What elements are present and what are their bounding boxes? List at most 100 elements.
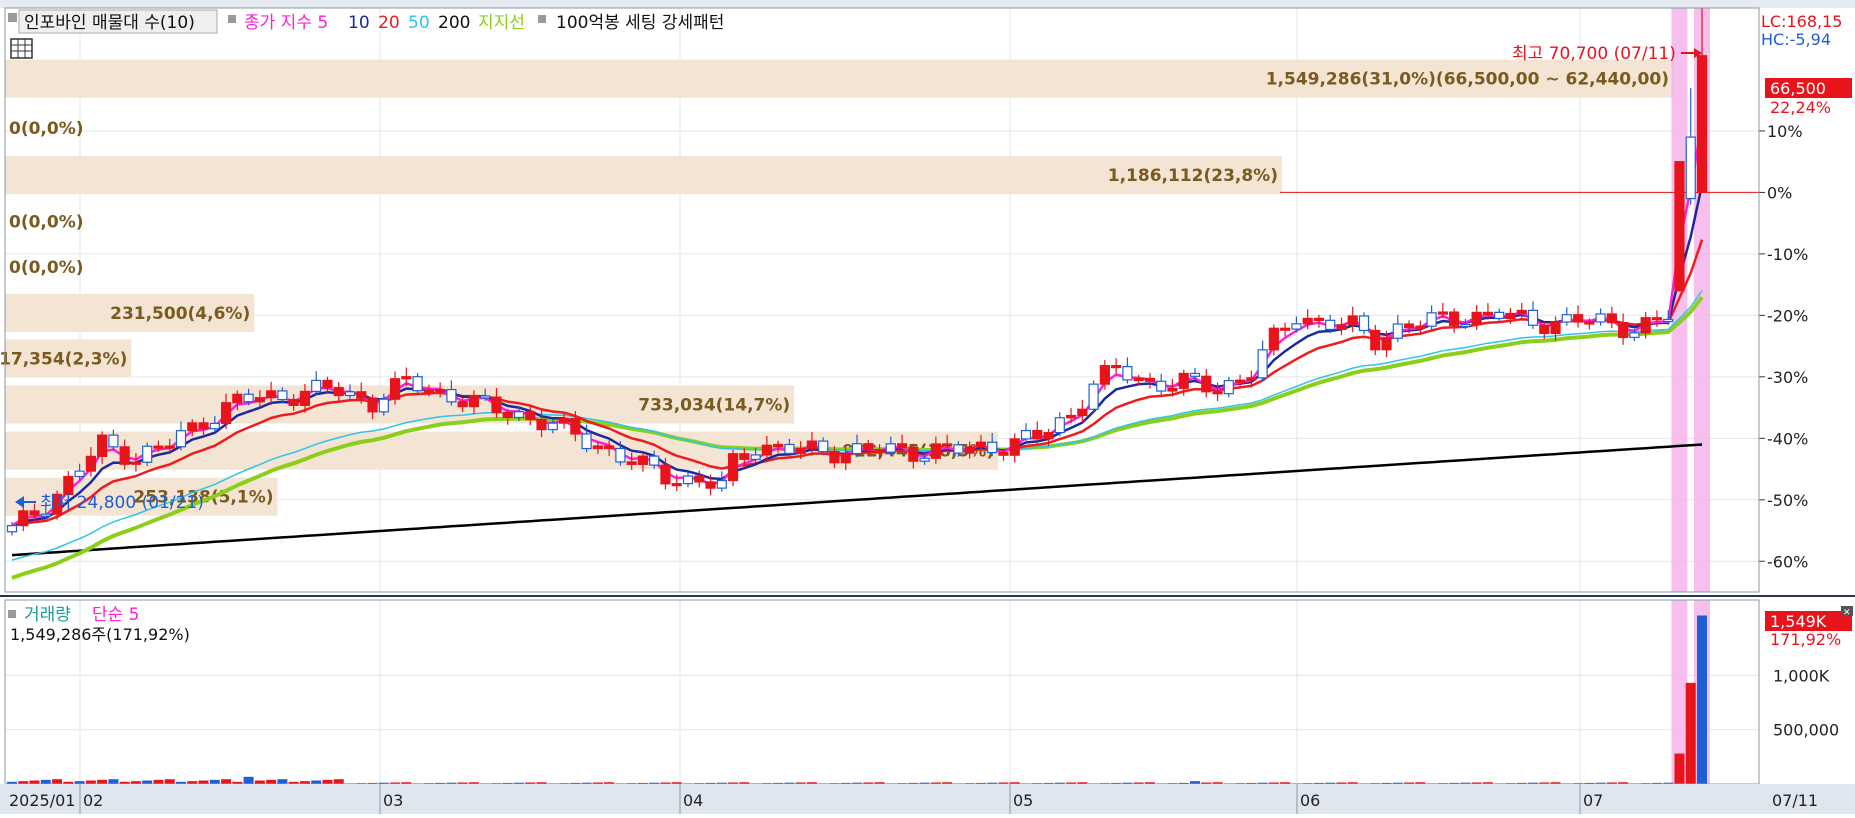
- date-label: 05: [1013, 791, 1033, 810]
- candle: [795, 447, 806, 454]
- pct-tick-label: -50%: [1767, 491, 1808, 510]
- candle: [423, 389, 434, 393]
- candle: [266, 390, 277, 399]
- date-axis-strip: [0, 784, 1855, 814]
- candle: [401, 376, 412, 380]
- candle: [1539, 324, 1550, 335]
- candle: [829, 451, 840, 464]
- candle: [209, 422, 220, 430]
- candle: [1280, 327, 1291, 331]
- candle: [547, 422, 558, 431]
- candle: [254, 397, 265, 403]
- price-legend: 인포바인 매물대 수(10) 종가 지수 5 10 20 50 200 지지선 …: [8, 9, 724, 34]
- candle: [457, 401, 468, 408]
- profile-band: [5, 156, 1282, 195]
- candle: [6, 525, 18, 533]
- support-label[interactable]: 지지선: [478, 13, 525, 33]
- stock-chart-window: 1,549,286(31,0%)(66,500,00 ~ 62,440,00) 0…: [0, 0, 1855, 814]
- volume-ma-label[interactable]: 단순 5: [92, 605, 140, 625]
- candle: [1178, 372, 1189, 389]
- candle: [1584, 321, 1595, 325]
- candle: [1099, 364, 1110, 385]
- candle: [344, 391, 356, 397]
- candle: [919, 457, 930, 462]
- candle: [187, 422, 198, 432]
- pattern-label[interactable]: 100억봉 세팅 강세패턴: [556, 13, 724, 33]
- candle: [1009, 438, 1020, 456]
- candle: [863, 443, 874, 451]
- table-icon[interactable]: [10, 38, 33, 59]
- candle: [739, 453, 750, 460]
- candle: [1674, 161, 1685, 292]
- candle: [1595, 313, 1606, 323]
- candle: [649, 455, 660, 466]
- candle: [85, 455, 96, 472]
- candle: [1020, 429, 1032, 440]
- volume-title[interactable]: 거래량: [24, 605, 71, 625]
- candle: [513, 411, 525, 419]
- candle: [604, 445, 615, 450]
- candle: [1054, 417, 1065, 434]
- candle: [288, 398, 299, 406]
- low-annotation: 최저 24,800 (01/21): [15, 493, 204, 513]
- candle: [322, 379, 333, 389]
- ma50-label[interactable]: 50: [408, 13, 430, 33]
- legend-square-icon: [538, 15, 546, 23]
- candle: [311, 379, 322, 393]
- candle: [953, 444, 964, 454]
- candle: [491, 396, 502, 414]
- candle: [130, 461, 142, 465]
- indicator-title[interactable]: 인포바인 매물대 수(10): [24, 13, 195, 33]
- candle: [592, 445, 603, 450]
- profile-label: 117,354(2,3%): [0, 349, 127, 369]
- vol-tick-label: 500,000: [1773, 721, 1839, 740]
- profile-label: 1,549,286(31,0%)(66,500,00 ~ 62,440,00): [1266, 70, 1669, 90]
- candle: [1358, 315, 1370, 332]
- pct-tick-label: -30%: [1767, 368, 1808, 387]
- candle: [908, 446, 919, 462]
- candle: [1437, 311, 1448, 315]
- ma10-label[interactable]: 10: [348, 13, 370, 33]
- candle: [389, 378, 401, 400]
- volume-bar: [153, 779, 164, 784]
- volume-bar: [1674, 753, 1685, 784]
- ma20-label[interactable]: 20: [378, 13, 400, 33]
- volume-bar: [1685, 682, 1696, 784]
- price-badge-text: 66,500: [1770, 79, 1826, 98]
- candle: [1167, 387, 1178, 392]
- candle: [1426, 312, 1437, 327]
- legend-square-icon: [228, 15, 236, 23]
- candle: [818, 440, 829, 453]
- candle: [1201, 375, 1212, 393]
- candle: [1527, 309, 1539, 326]
- candle: [694, 475, 705, 483]
- ma5-label[interactable]: 종가 지수 5: [244, 13, 328, 33]
- profile-label: 0(0,0%): [9, 119, 84, 139]
- candle: [175, 430, 187, 448]
- candle: [581, 433, 592, 450]
- candle: [119, 446, 130, 465]
- pct-tick-label: 0%: [1767, 183, 1792, 202]
- candle: [220, 402, 232, 425]
- volume-bar: [52, 779, 63, 784]
- candle: [784, 443, 795, 454]
- candle: [1212, 391, 1223, 395]
- candle: [1032, 429, 1043, 440]
- pct-tick-label: -60%: [1767, 552, 1808, 571]
- date-label: 02: [83, 791, 103, 810]
- candle: [1471, 311, 1482, 326]
- candle: [1257, 349, 1268, 379]
- candle: [277, 390, 288, 401]
- candle: [1246, 377, 1257, 381]
- candle: [1663, 318, 1674, 323]
- candle: [1336, 324, 1347, 331]
- volume-bar: [333, 779, 344, 784]
- candle: [750, 454, 761, 460]
- candle: [1043, 432, 1054, 440]
- ma200-label[interactable]: 200: [438, 13, 470, 33]
- candle: [761, 444, 772, 456]
- candle: [1189, 372, 1201, 377]
- volume-bar: [164, 779, 175, 784]
- candle: [1325, 319, 1336, 331]
- candle: [930, 443, 941, 459]
